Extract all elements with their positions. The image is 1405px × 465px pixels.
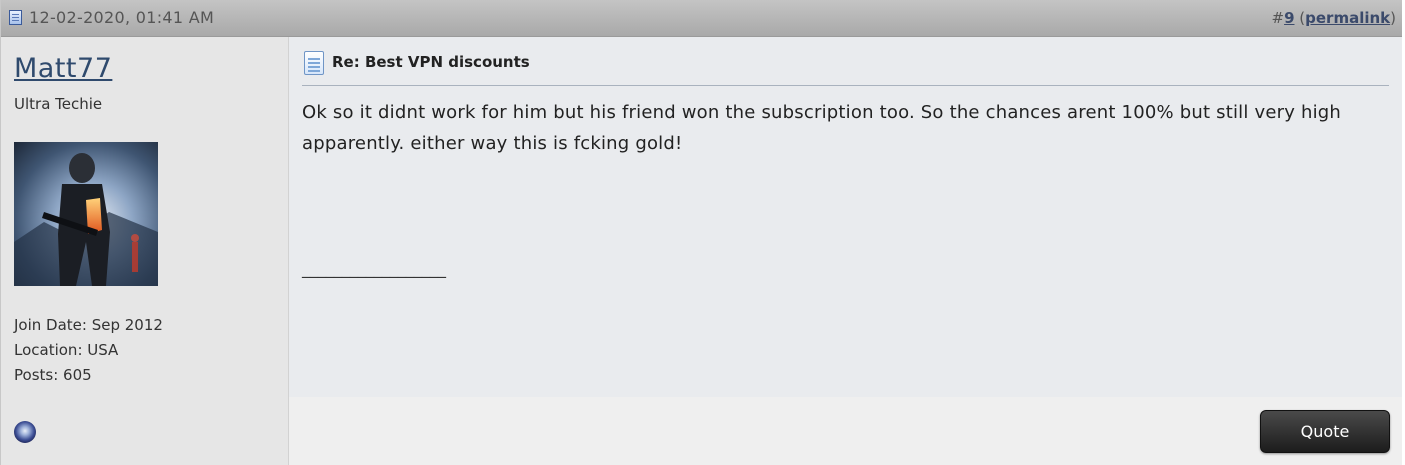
user-stats: Join Date: Sep 2012 Location: USA Posts:… bbox=[14, 313, 163, 388]
paren-close: ) bbox=[1390, 9, 1396, 27]
post-count: Posts: 605 bbox=[14, 366, 92, 384]
username-link[interactable]: Matt77 bbox=[14, 53, 112, 84]
avatar-soldier-image bbox=[14, 153, 158, 286]
forum-post: 12-02-2020, 01:41 AM #9 (permalink) Matt… bbox=[0, 0, 1402, 465]
post-title: Re: Best VPN discounts bbox=[332, 53, 530, 71]
post-date: 12-02-2020, 01:41 AM bbox=[29, 8, 215, 27]
quote-button[interactable]: Quote bbox=[1260, 410, 1390, 453]
join-date: Join Date: Sep 2012 bbox=[14, 316, 163, 334]
online-status-icon bbox=[14, 421, 36, 443]
document-icon bbox=[304, 51, 324, 75]
post-message: Ok so it didnt work for him but his frie… bbox=[302, 102, 1342, 154]
location: Location: USA bbox=[14, 341, 119, 359]
post-header: 12-02-2020, 01:41 AM #9 (permalink) bbox=[1, 0, 1402, 37]
post-footer: Quote bbox=[289, 397, 1402, 465]
post-body: Re: Best VPN discounts Ok so it didnt wo… bbox=[289, 37, 1402, 397]
post-number: #9 (permalink) bbox=[1271, 9, 1396, 27]
post-number-link[interactable]: 9 bbox=[1284, 9, 1294, 27]
avatar[interactable] bbox=[14, 142, 158, 286]
post-number-prefix: # bbox=[1271, 9, 1285, 27]
user-title: Ultra Techie bbox=[14, 95, 103, 113]
signature-separator: __________________ bbox=[302, 259, 446, 278]
permalink-link[interactable]: permalink bbox=[1305, 9, 1390, 27]
user-info-panel: Matt77 Ultra Techie Join Date: Sep 2012 … bbox=[1, 37, 289, 465]
post-status-icon bbox=[9, 10, 22, 25]
title-divider bbox=[302, 85, 1389, 86]
